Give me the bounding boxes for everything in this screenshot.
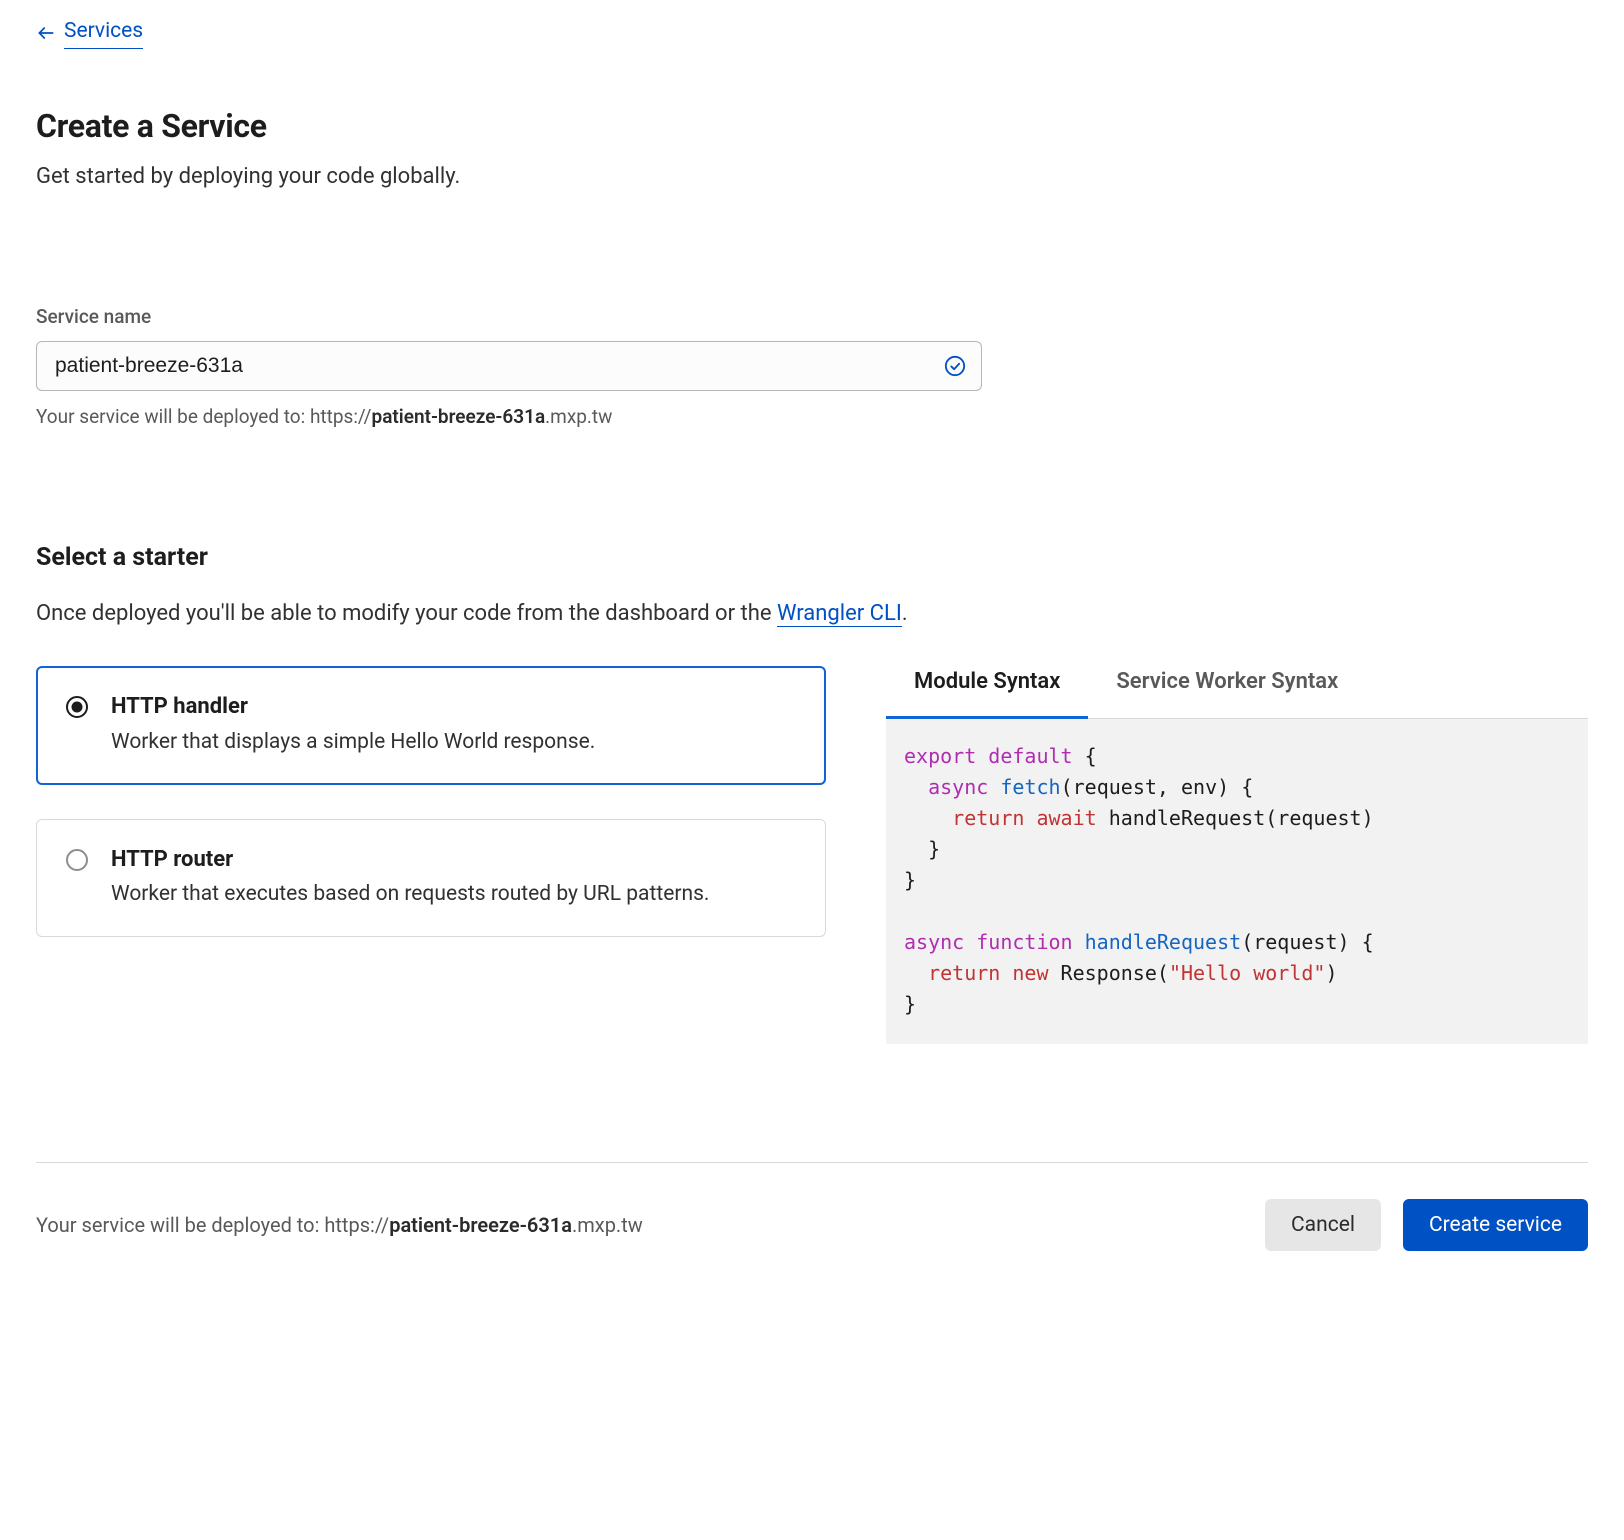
deploy-url-hint: Your service will be deployed to: https:… xyxy=(36,403,1588,431)
starter-section-desc: Once deployed you'll be able to modify y… xyxy=(36,598,1588,630)
back-to-services-link[interactable]: Services xyxy=(36,16,143,49)
cancel-button[interactable]: Cancel xyxy=(1265,1199,1381,1251)
radio-selected-icon xyxy=(65,695,89,719)
starter-option-desc: Worker that executes based on requests r… xyxy=(111,879,709,909)
starter-option-http-router[interactable]: HTTP router Worker that executes based o… xyxy=(36,819,826,937)
page-title: Create a Service xyxy=(36,103,1588,149)
starter-option-title: HTTP handler xyxy=(111,691,595,723)
arrow-left-icon xyxy=(36,23,56,43)
check-circle-icon xyxy=(944,355,966,377)
service-name-input[interactable] xyxy=(36,341,982,391)
code-tabs: Module Syntax Service Worker Syntax xyxy=(886,666,1588,719)
code-preview: export default { async fetch(request, en… xyxy=(886,719,1588,1044)
starter-section-title: Select a starter xyxy=(36,540,1588,576)
radio-unselected-icon xyxy=(65,848,89,872)
starter-option-title: HTTP router xyxy=(111,844,709,876)
starter-option-desc: Worker that displays a simple Hello Worl… xyxy=(111,727,595,757)
tab-module-syntax[interactable]: Module Syntax xyxy=(886,666,1088,718)
service-name-label: Service name xyxy=(36,303,1588,331)
create-service-button[interactable]: Create service xyxy=(1403,1199,1588,1251)
starter-option-http-handler[interactable]: HTTP handler Worker that displays a simp… xyxy=(36,666,826,784)
wrangler-cli-link[interactable]: Wrangler CLI xyxy=(777,601,902,627)
back-link-label: Services xyxy=(64,16,143,49)
page-subtitle: Get started by deploying your code globa… xyxy=(36,161,1588,193)
tab-service-worker-syntax[interactable]: Service Worker Syntax xyxy=(1088,666,1366,718)
deploy-url-hint-footer: Your service will be deployed to: https:… xyxy=(36,1211,643,1240)
